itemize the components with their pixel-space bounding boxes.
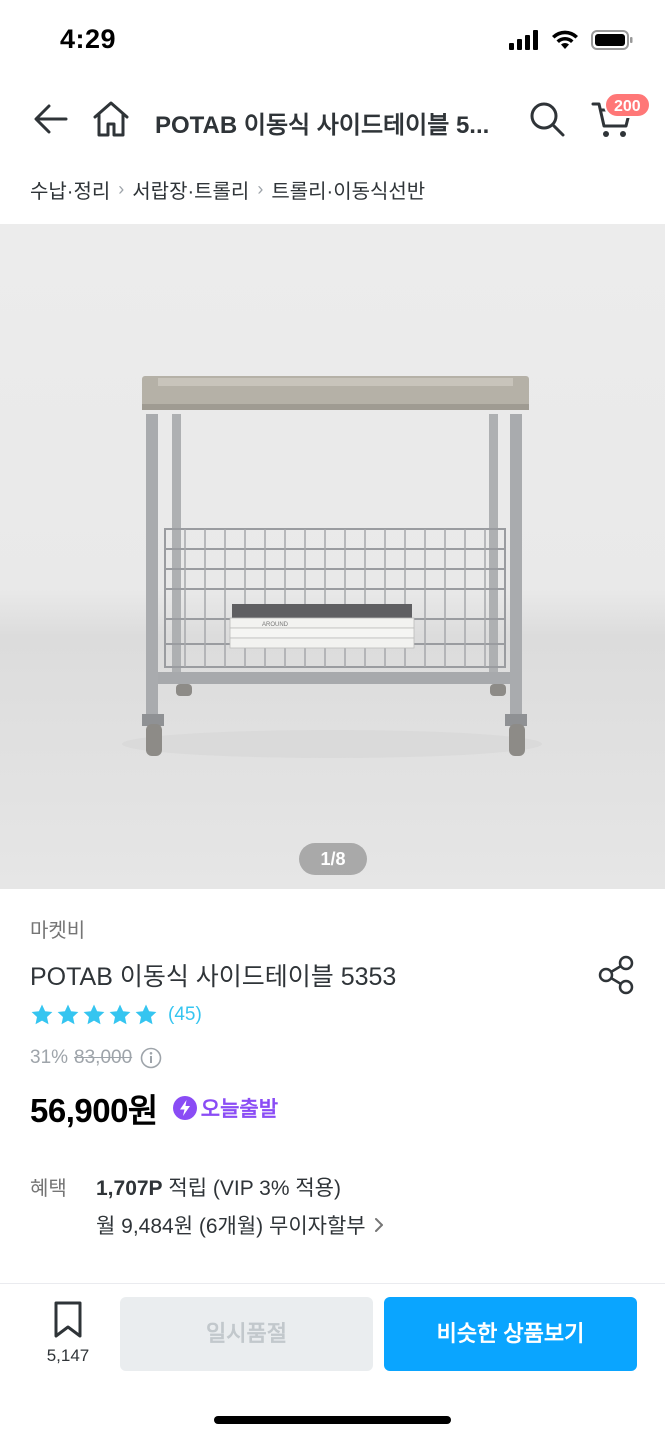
review-count: (45) xyxy=(168,1004,202,1025)
discount-rate: 31% xyxy=(30,1047,69,1068)
arrow-left-icon xyxy=(34,104,68,134)
status-time: 4:29 xyxy=(60,24,117,54)
status-icons xyxy=(509,30,633,50)
book-spine-label: AROUND xyxy=(262,622,289,628)
installment-benefit[interactable]: 월 9,484원 (6개월) 무이자할부 xyxy=(96,1210,388,1240)
home-indicator xyxy=(214,1416,451,1424)
battery-icon xyxy=(591,30,633,50)
brand-name[interactable]: 마켓비 xyxy=(30,914,85,943)
page-title: POTAB 이동식 사이드테이블 5... xyxy=(155,112,490,139)
discount-row: 31% 83,000 xyxy=(30,1047,162,1069)
installment-text: 월 9,484원 (6개월) 무이자할부 xyxy=(96,1215,366,1238)
breadcrumb: 수납·정리 › 서랍장·트롤리 › 트롤리·이동식선반 xyxy=(30,175,425,204)
breadcrumb-item[interactable]: 수납·정리 xyxy=(30,175,110,204)
star-icon xyxy=(135,1004,157,1025)
original-price: 83,000 xyxy=(74,1047,133,1068)
signal-icon xyxy=(509,30,538,50)
star-icon xyxy=(31,1004,53,1025)
product-name: POTAB 이동식 사이드테이블 5353 xyxy=(30,963,397,991)
bookmark-count: 5,147 xyxy=(46,1346,90,1365)
sale-price: 56,900원 xyxy=(30,1092,158,1129)
points-amount: 1,707P xyxy=(96,1177,163,1200)
top-navigation: POTAB 이동식 사이드테이블 5... xyxy=(0,86,665,152)
chevron-right-icon xyxy=(374,1218,383,1232)
image-counter: 1/8 xyxy=(299,843,367,875)
wifi-icon xyxy=(552,30,578,49)
star-icon xyxy=(109,1004,131,1025)
star-icon xyxy=(83,1004,105,1025)
back-button[interactable] xyxy=(30,98,72,140)
breadcrumb-item[interactable]: 서랍장·트롤리 xyxy=(132,175,249,204)
cart-count-badge: 200 xyxy=(604,92,651,118)
similar-products-button[interactable]: 비슷한 상품보기 xyxy=(384,1297,637,1371)
today-delivery-label: 오늘출발 xyxy=(200,1098,279,1121)
info-icon[interactable] xyxy=(140,1047,162,1069)
price-row: 56,900원 오늘출발 xyxy=(30,1084,278,1132)
search-button[interactable] xyxy=(526,98,568,140)
status-bar: 4:29 xyxy=(0,0,665,86)
benefit-label: 혜택 xyxy=(30,1178,67,1200)
breadcrumb-item[interactable]: 트롤리·이동식선반 xyxy=(271,175,425,204)
points-benefit: 1,707P 적립 (VIP 3% 적용) xyxy=(96,1172,341,1202)
points-detail: 적립 (VIP 3% 적용) xyxy=(162,1177,341,1200)
search-icon xyxy=(530,102,565,137)
soldout-button[interactable]: 일시품절 xyxy=(120,1297,373,1371)
today-delivery-badge: 오늘출발 xyxy=(172,1093,278,1123)
chevron-right-icon: › xyxy=(257,179,264,199)
home-button[interactable] xyxy=(90,98,132,140)
chevron-right-icon: › xyxy=(118,179,125,199)
share-button[interactable] xyxy=(596,954,638,996)
star-icon xyxy=(57,1004,79,1025)
rating[interactable]: (45) xyxy=(30,1003,202,1027)
lightning-icon xyxy=(172,1096,197,1120)
home-icon xyxy=(93,101,129,137)
bookmark-button[interactable]: 5,147 xyxy=(36,1298,100,1368)
bookmark-icon xyxy=(54,1301,82,1338)
product-image-carousel[interactable]: AROUND xyxy=(0,224,665,889)
share-icon xyxy=(598,955,634,995)
bottom-action-bar: 5,147 일시품절 비슷한 상품보기 xyxy=(0,1284,665,1440)
product-photo: AROUND xyxy=(122,376,542,758)
